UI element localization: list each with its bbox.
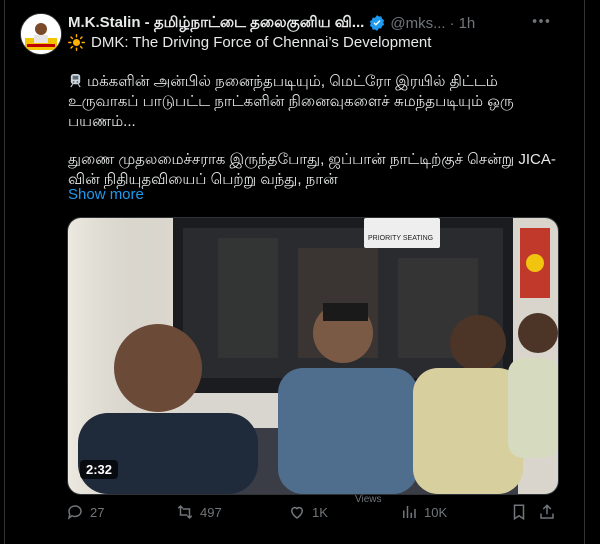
column-divider-right <box>584 0 585 544</box>
author-name[interactable]: M.K.Stalin - தமிழ்நாட்டை தலைகுனிய வி... <box>68 14 364 33</box>
post-time[interactable]: 1h <box>459 15 476 32</box>
post-paragraph-1: மக்களின் அன்பில் நனைந்தபடியும், மெட்ரோ இ… <box>68 72 568 132</box>
verified-badge-icon <box>370 15 385 31</box>
views-count: 10K <box>424 504 448 520</box>
avatar[interactable] <box>20 13 62 55</box>
share-button[interactable] <box>538 503 556 521</box>
sun-icon <box>68 34 85 51</box>
repost-icon <box>177 504 193 520</box>
metro-train-icon <box>70 73 81 88</box>
views-button[interactable]: 10K <box>400 503 447 521</box>
bookmark-button[interactable] <box>510 503 528 521</box>
show-more-link[interactable]: Show more <box>68 186 144 203</box>
share-icon <box>540 504 554 519</box>
video-duration-badge: 2:32 <box>80 460 119 479</box>
action-bar: 27 497 1K 10K <box>66 503 556 529</box>
post-subtitle: DMK: The Driving Force of Chennai’s Deve… <box>68 34 431 51</box>
more-icon[interactable] <box>530 10 552 32</box>
like-button[interactable]: 1K <box>288 503 328 521</box>
video-player[interactable]: PRIORITY SEATING <box>67 217 559 495</box>
paragraph-1-text: மக்களின் அன்பில் நனைந்தபடியும், மெட்ரோ இ… <box>68 73 514 130</box>
repost-button[interactable]: 497 <box>176 503 222 521</box>
repost-count: 497 <box>200 504 222 520</box>
avatar-image <box>21 14 61 54</box>
subtitle-text: DMK: The Driving Force of Chennai’s Deve… <box>91 34 432 51</box>
views-icon <box>403 506 416 518</box>
bookmark-icon <box>513 504 525 521</box>
priority-sign-text: PRIORITY SEATING <box>368 235 433 242</box>
reply-button[interactable]: 27 <box>66 503 104 521</box>
author-handle[interactable]: @mks... <box>390 15 445 32</box>
reply-icon <box>67 505 82 520</box>
post-header: M.K.Stalin - தமிழ்நாட்டை தலைகுனிய வி... … <box>68 13 475 33</box>
column-divider-left <box>4 0 5 544</box>
like-count: 1K <box>312 504 328 520</box>
post-paragraph-2: துணை முதலமைச்சராக இருந்தபோது, ஜப்பான் நா… <box>68 151 556 188</box>
separator-dot: · <box>449 14 455 32</box>
reply-count: 27 <box>90 504 105 520</box>
like-icon <box>290 506 304 519</box>
video-frame: PRIORITY SEATING <box>68 218 558 494</box>
